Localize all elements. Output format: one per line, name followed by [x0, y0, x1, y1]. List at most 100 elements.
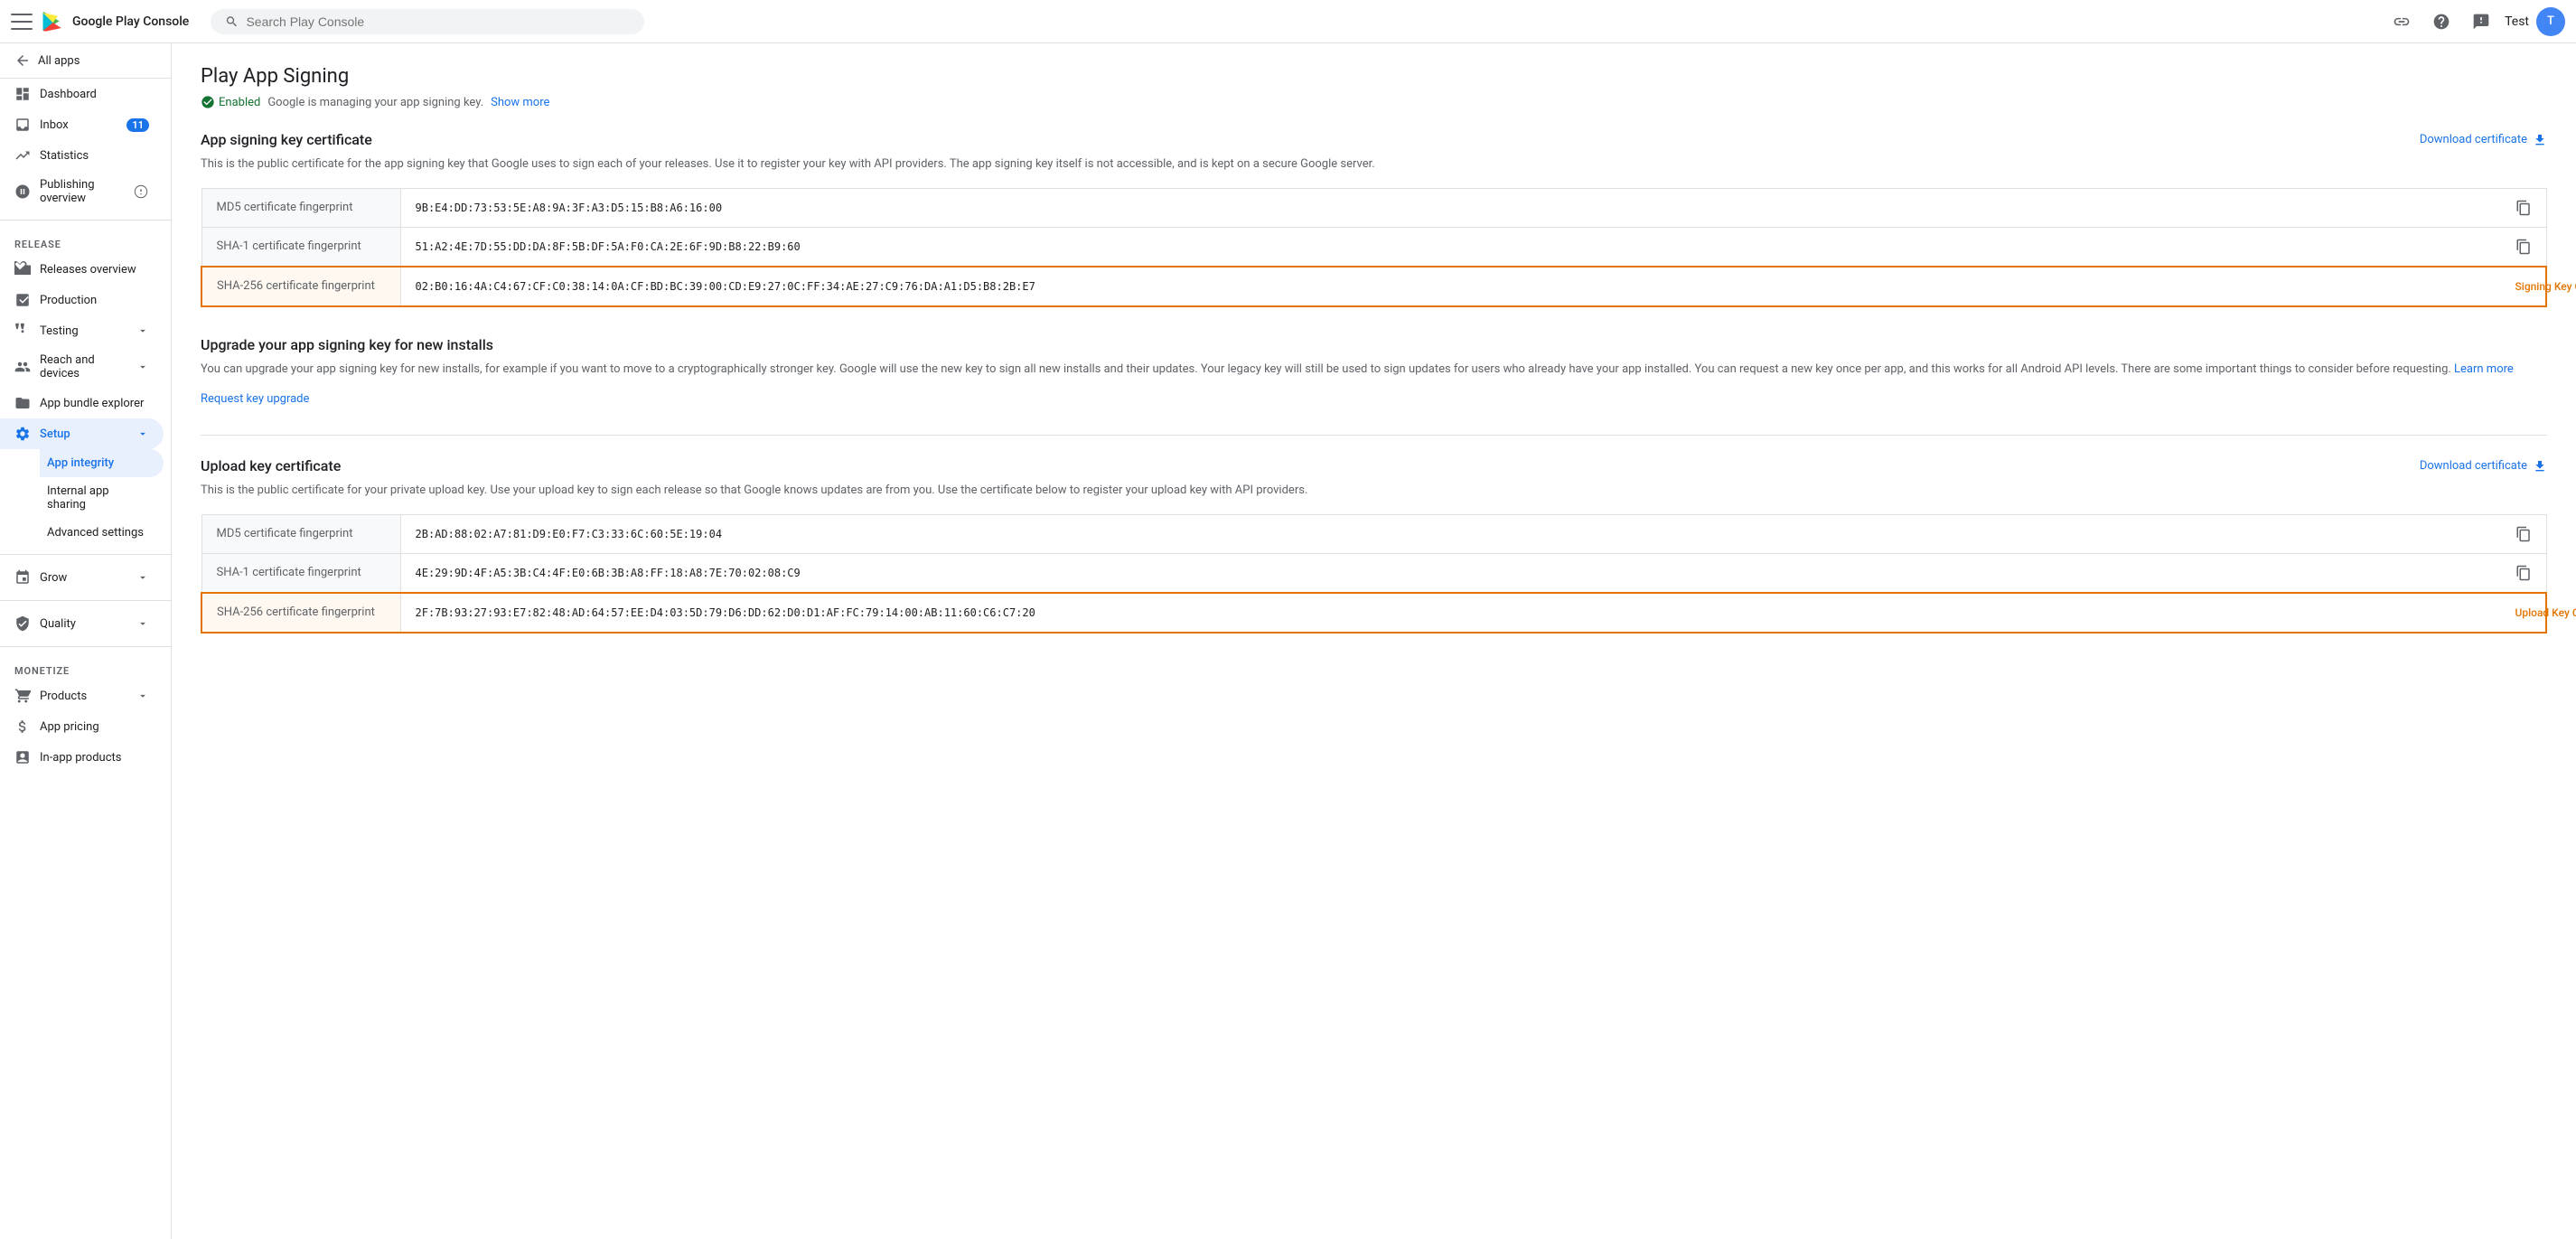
sidebar-item-grow[interactable]: Grow — [0, 562, 164, 593]
help-icon-btn[interactable] — [2425, 5, 2458, 38]
signing-sha1-value: 51:A2:4E:7D:55:DD:DA:8F:5B:DF:5A:F0:CA:2… — [400, 227, 2501, 267]
avatar[interactable]: T — [2536, 7, 2565, 36]
upload-sha256-label: SHA-256 certificate fingerprint — [201, 593, 400, 633]
publishing-icon — [14, 183, 31, 200]
upload-sha1-row: SHA-1 certificate fingerprint 4E:29:9D:4… — [201, 553, 2546, 593]
upload-sha256-value: 2F:7B:93:27:93:E7:82:48:AD:64:57:EE:D4:0… — [400, 593, 2501, 633]
all-apps-label: All apps — [38, 54, 80, 68]
upload-download-label: Download certificate — [2420, 459, 2527, 473]
sidebar: All apps Dashboard Inbox 11 Statistics — [0, 43, 172, 1239]
sidebar-item-internal-sharing[interactable]: Internal app sharing — [40, 477, 164, 519]
setup-submenu: App integrity Internal app sharing Advan… — [0, 449, 171, 547]
reach-label: Reach and devices — [40, 353, 127, 380]
bundle-label: App bundle explorer — [40, 397, 144, 410]
user-label[interactable]: Test — [2505, 14, 2529, 29]
dashboard-label: Dashboard — [40, 88, 97, 101]
production-icon — [14, 292, 31, 308]
signing-md5-row: MD5 certificate fingerprint 9B:E4:DD:73:… — [201, 188, 2546, 227]
upload-md5-value: 2B:AD:88:02:A7:81:D9:E0:F7:C3:33:6C:60:5… — [400, 514, 2501, 553]
sidebar-item-reach[interactable]: Reach and devices — [0, 346, 164, 388]
show-more-link[interactable]: Show more — [491, 96, 549, 109]
link-icon-btn[interactable] — [2385, 5, 2418, 38]
quality-expand-icon — [136, 617, 149, 630]
topbar: Google Play Console Test T — [0, 0, 2576, 43]
in-app-icon — [14, 749, 31, 765]
setup-label: Setup — [40, 427, 70, 441]
enabled-label: Enabled — [219, 96, 260, 109]
app-pricing-label: App pricing — [40, 720, 99, 734]
upload-md5-copy[interactable] — [2515, 526, 2532, 542]
signing-md5-copy[interactable] — [2515, 200, 2532, 216]
inbox-label: Inbox — [40, 118, 69, 132]
upload-md5-label: MD5 certificate fingerprint — [201, 514, 400, 553]
signing-sha1-copy[interactable] — [2515, 239, 2532, 255]
sidebar-item-inbox[interactable]: Inbox 11 — [0, 109, 164, 140]
sidebar-item-app-pricing[interactable]: App pricing — [0, 711, 164, 742]
upload-cert-table: MD5 certificate fingerprint 2B:AD:88:02:… — [201, 514, 2547, 634]
all-apps-btn[interactable]: All apps — [0, 43, 171, 79]
upload-key-section: Upload key certificate Download certific… — [201, 457, 2547, 634]
sidebar-item-bundle[interactable]: App bundle explorer — [0, 388, 164, 418]
sidebar-item-statistics[interactable]: Statistics — [0, 140, 164, 171]
signing-key-label: Signing Key Certiicate — [2515, 280, 2576, 293]
sidebar-item-setup[interactable]: Setup — [0, 418, 164, 449]
quality-icon — [14, 615, 31, 632]
products-icon — [14, 688, 31, 704]
menu-icon[interactable] — [11, 11, 33, 33]
release-section-label: Release — [0, 228, 171, 254]
link-icon — [2393, 13, 2411, 31]
sidebar-item-app-integrity[interactable]: App integrity — [40, 449, 164, 477]
signing-sha1-label: SHA-1 certificate fingerprint — [201, 227, 400, 267]
bundle-icon — [14, 395, 31, 411]
signing-download-label: Download certificate — [2420, 133, 2527, 146]
sidebar-item-in-app[interactable]: In-app products — [0, 742, 164, 773]
search-input[interactable] — [246, 14, 630, 29]
quality-label: Quality — [40, 617, 76, 631]
grow-label: Grow — [40, 571, 67, 585]
main-content: Play App Signing Enabled Google is manag… — [172, 43, 2576, 1239]
signing-cert-table: MD5 certificate fingerprint 9B:E4:DD:73:… — [201, 188, 2547, 307]
quality-divider — [0, 600, 171, 601]
feedback-icon-btn[interactable] — [2465, 5, 2497, 38]
learn-more-link[interactable]: Learn more — [2454, 362, 2514, 376]
topbar-logo[interactable]: Google Play Console — [40, 9, 189, 34]
signing-section-desc: This is the public certificate for the a… — [201, 155, 2547, 174]
sidebar-item-production[interactable]: Production — [0, 285, 164, 315]
upload-sha1-label: SHA-1 certificate fingerprint — [201, 553, 400, 593]
signing-md5-value: 9B:E4:DD:73:53:5E:A8:9A:3F:A3:D5:15:B8:A… — [400, 188, 2501, 227]
signing-download-btn[interactable]: Download certificate — [2420, 133, 2547, 147]
request-key-upgrade-btn[interactable]: Request key upgrade — [201, 392, 309, 406]
layout: All apps Dashboard Inbox 11 Statistics — [0, 43, 2576, 1239]
enabled-badge: Enabled — [201, 95, 260, 109]
statistics-icon — [14, 147, 31, 164]
inbox-badge: 11 — [126, 118, 149, 132]
pricing-icon — [14, 718, 31, 735]
production-label: Production — [40, 294, 97, 307]
sidebar-item-dashboard[interactable]: Dashboard — [0, 79, 164, 109]
releases-icon — [14, 261, 31, 277]
reach-icon — [14, 359, 31, 375]
upload-sha256-row: SHA-256 certificate fingerprint 2F:7B:93… — [201, 593, 2546, 633]
products-label: Products — [40, 690, 87, 703]
grow-divider — [0, 554, 171, 555]
sidebar-item-testing[interactable]: Testing — [0, 315, 164, 346]
dashboard-icon — [14, 86, 31, 102]
upload-download-btn[interactable]: Download certificate — [2420, 459, 2547, 474]
monetize-section-label: Monetize — [0, 654, 171, 681]
download-icon — [2533, 133, 2547, 147]
upload-sha1-copy[interactable] — [2515, 565, 2532, 581]
upload-section-title: Upload key certificate — [201, 457, 341, 474]
upload-sha1-value: 4E:29:9D:4F:A5:3B:C4:4F:E0:6B:3B:A8:FF:1… — [400, 553, 2501, 593]
in-app-label: In-app products — [40, 751, 121, 765]
sidebar-item-products[interactable]: Products — [0, 681, 164, 711]
sidebar-item-publishing[interactable]: Publishing overview — [0, 171, 164, 212]
topbar-title: Google Play Console — [72, 14, 189, 29]
search-icon — [225, 14, 239, 29]
upload-section-desc: This is the public certificate for your … — [201, 482, 2547, 500]
setup-icon — [14, 426, 31, 442]
sidebar-item-releases[interactable]: Releases overview — [0, 254, 164, 285]
app-signing-section: App signing key certificate Download cer… — [201, 131, 2547, 307]
sidebar-item-advanced-settings[interactable]: Advanced settings — [40, 519, 164, 547]
sidebar-item-quality[interactable]: Quality — [0, 608, 164, 639]
publishing-badge-icon — [133, 183, 149, 200]
